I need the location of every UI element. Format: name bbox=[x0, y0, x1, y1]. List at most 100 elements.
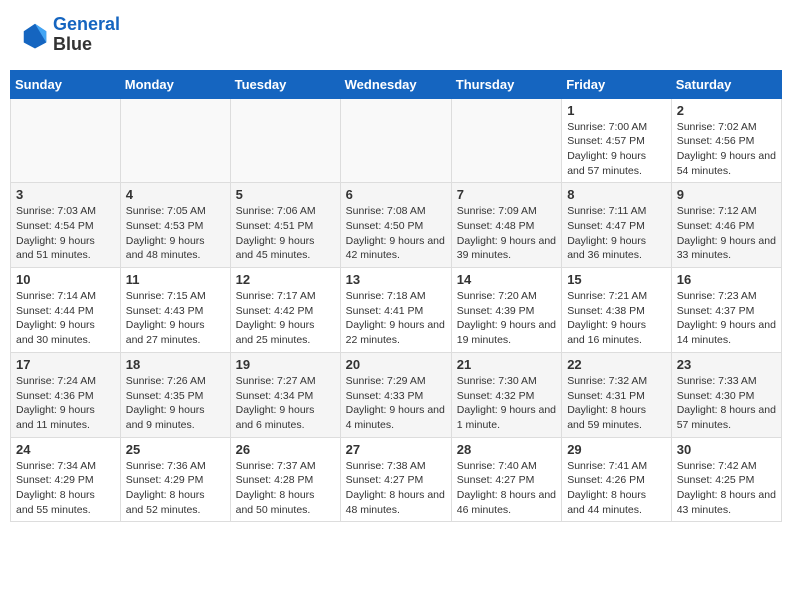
day-number: 26 bbox=[236, 442, 335, 457]
calendar-cell: 16 Sunrise: 7:23 AM Sunset: 4:37 PM Dayli… bbox=[671, 268, 781, 353]
day-number: 4 bbox=[126, 187, 225, 202]
calendar-cell: 26 Sunrise: 7:37 AM Sunset: 4:28 PM Dayli… bbox=[230, 437, 340, 522]
day-info: Sunrise: 7:09 AM Sunset: 4:48 PM Dayligh… bbox=[457, 204, 556, 263]
day-info: Sunrise: 7:18 AM Sunset: 4:41 PM Dayligh… bbox=[346, 289, 446, 348]
day-info: Sunrise: 7:29 AM Sunset: 4:33 PM Dayligh… bbox=[346, 374, 446, 433]
calendar-cell: 21 Sunrise: 7:30 AM Sunset: 4:32 PM Dayli… bbox=[451, 352, 561, 437]
day-info: Sunrise: 7:42 AM Sunset: 4:25 PM Dayligh… bbox=[677, 459, 776, 518]
day-info: Sunrise: 7:38 AM Sunset: 4:27 PM Dayligh… bbox=[346, 459, 446, 518]
day-number: 1 bbox=[567, 103, 666, 118]
day-number: 12 bbox=[236, 272, 335, 287]
day-info: Sunrise: 7:02 AM Sunset: 4:56 PM Dayligh… bbox=[677, 120, 776, 179]
day-number: 21 bbox=[457, 357, 556, 372]
day-number: 18 bbox=[126, 357, 225, 372]
day-info: Sunrise: 7:21 AM Sunset: 4:38 PM Dayligh… bbox=[567, 289, 666, 348]
calendar-cell bbox=[230, 98, 340, 183]
day-number: 28 bbox=[457, 442, 556, 457]
logo-icon bbox=[20, 20, 50, 50]
day-number: 2 bbox=[677, 103, 776, 118]
calendar-cell: 1 Sunrise: 7:00 AM Sunset: 4:57 PM Daylig… bbox=[562, 98, 672, 183]
weekday-header-thursday: Thursday bbox=[451, 70, 561, 98]
calendar-cell: 8 Sunrise: 7:11 AM Sunset: 4:47 PM Daylig… bbox=[562, 183, 672, 268]
day-number: 3 bbox=[16, 187, 115, 202]
day-info: Sunrise: 7:30 AM Sunset: 4:32 PM Dayligh… bbox=[457, 374, 556, 433]
day-info: Sunrise: 7:06 AM Sunset: 4:51 PM Dayligh… bbox=[236, 204, 335, 263]
calendar-cell: 15 Sunrise: 7:21 AM Sunset: 4:38 PM Dayli… bbox=[562, 268, 672, 353]
day-info: Sunrise: 7:41 AM Sunset: 4:26 PM Dayligh… bbox=[567, 459, 666, 518]
calendar-cell: 3Sunrise: 7:03 AM Sunset: 4:54 PM Daylig… bbox=[11, 183, 121, 268]
calendar-cell: 30 Sunrise: 7:42 AM Sunset: 4:25 PM Dayli… bbox=[671, 437, 781, 522]
weekday-header-sunday: Sunday bbox=[11, 70, 121, 98]
calendar-cell bbox=[451, 98, 561, 183]
day-info: Sunrise: 7:23 AM Sunset: 4:37 PM Dayligh… bbox=[677, 289, 776, 348]
calendar-week-row: 10 Sunrise: 7:14 AM Sunset: 4:44 PM Dayli… bbox=[11, 268, 782, 353]
day-number: 14 bbox=[457, 272, 556, 287]
weekday-header-tuesday: Tuesday bbox=[230, 70, 340, 98]
calendar-week-row: 24Sunrise: 7:34 AM Sunset: 4:29 PM Dayli… bbox=[11, 437, 782, 522]
calendar-cell: 25 Sunrise: 7:36 AM Sunset: 4:29 PM Dayli… bbox=[120, 437, 230, 522]
day-info: Sunrise: 7:27 AM Sunset: 4:34 PM Dayligh… bbox=[236, 374, 335, 433]
calendar-cell: 23Sunrise: 7:33 AM Sunset: 4:30 PM Dayli… bbox=[671, 352, 781, 437]
day-info: Sunrise: 7:00 AM Sunset: 4:57 PM Dayligh… bbox=[567, 120, 666, 179]
day-number: 24 bbox=[16, 442, 115, 457]
day-info: Sunrise: 7:11 AM Sunset: 4:47 PM Dayligh… bbox=[567, 204, 666, 263]
page-header: General Blue bbox=[10, 10, 782, 60]
calendar-table: SundayMondayTuesdayWednesdayThursdayFrid… bbox=[10, 70, 782, 523]
day-number: 19 bbox=[236, 357, 335, 372]
day-number: 15 bbox=[567, 272, 666, 287]
day-info: Sunrise: 7:26 AM Sunset: 4:35 PM Dayligh… bbox=[126, 374, 225, 433]
day-info: Sunrise: 7:36 AM Sunset: 4:29 PM Dayligh… bbox=[126, 459, 225, 518]
day-number: 22 bbox=[567, 357, 666, 372]
day-number: 27 bbox=[346, 442, 446, 457]
calendar-cell: 18 Sunrise: 7:26 AM Sunset: 4:35 PM Dayli… bbox=[120, 352, 230, 437]
calendar-cell: 27 Sunrise: 7:38 AM Sunset: 4:27 PM Dayli… bbox=[340, 437, 451, 522]
day-number: 5 bbox=[236, 187, 335, 202]
weekday-header-saturday: Saturday bbox=[671, 70, 781, 98]
day-number: 6 bbox=[346, 187, 446, 202]
logo: General Blue bbox=[20, 15, 120, 55]
day-info: Sunrise: 7:14 AM Sunset: 4:44 PM Dayligh… bbox=[16, 289, 115, 348]
day-number: 9 bbox=[677, 187, 776, 202]
day-number: 30 bbox=[677, 442, 776, 457]
calendar-cell: 9Sunrise: 7:12 AM Sunset: 4:46 PM Daylig… bbox=[671, 183, 781, 268]
calendar-cell bbox=[120, 98, 230, 183]
day-number: 13 bbox=[346, 272, 446, 287]
day-info: Sunrise: 7:08 AM Sunset: 4:50 PM Dayligh… bbox=[346, 204, 446, 263]
calendar-cell: 22 Sunrise: 7:32 AM Sunset: 4:31 PM Dayli… bbox=[562, 352, 672, 437]
calendar-cell: 20 Sunrise: 7:29 AM Sunset: 4:33 PM Dayli… bbox=[340, 352, 451, 437]
day-number: 7 bbox=[457, 187, 556, 202]
weekday-header-monday: Monday bbox=[120, 70, 230, 98]
day-info: Sunrise: 7:05 AM Sunset: 4:53 PM Dayligh… bbox=[126, 204, 225, 263]
day-number: 11 bbox=[126, 272, 225, 287]
calendar-cell bbox=[340, 98, 451, 183]
calendar-cell: 24Sunrise: 7:34 AM Sunset: 4:29 PM Dayli… bbox=[11, 437, 121, 522]
day-info: Sunrise: 7:20 AM Sunset: 4:39 PM Dayligh… bbox=[457, 289, 556, 348]
calendar-cell: 2 Sunrise: 7:02 AM Sunset: 4:56 PM Daylig… bbox=[671, 98, 781, 183]
calendar-week-row: 1 Sunrise: 7:00 AM Sunset: 4:57 PM Daylig… bbox=[11, 98, 782, 183]
day-info: Sunrise: 7:37 AM Sunset: 4:28 PM Dayligh… bbox=[236, 459, 335, 518]
calendar-cell: 14 Sunrise: 7:20 AM Sunset: 4:39 PM Dayli… bbox=[451, 268, 561, 353]
day-info: Sunrise: 7:15 AM Sunset: 4:43 PM Dayligh… bbox=[126, 289, 225, 348]
weekday-header-row: SundayMondayTuesdayWednesdayThursdayFrid… bbox=[11, 70, 782, 98]
day-number: 25 bbox=[126, 442, 225, 457]
day-number: 16 bbox=[677, 272, 776, 287]
calendar-cell: 5 Sunrise: 7:06 AM Sunset: 4:51 PM Daylig… bbox=[230, 183, 340, 268]
day-info: Sunrise: 7:40 AM Sunset: 4:27 PM Dayligh… bbox=[457, 459, 556, 518]
day-info: Sunrise: 7:32 AM Sunset: 4:31 PM Dayligh… bbox=[567, 374, 666, 433]
calendar-cell: 11 Sunrise: 7:15 AM Sunset: 4:43 PM Dayli… bbox=[120, 268, 230, 353]
day-number: 20 bbox=[346, 357, 446, 372]
day-info: Sunrise: 7:24 AM Sunset: 4:36 PM Dayligh… bbox=[16, 374, 115, 433]
calendar-cell: 4 Sunrise: 7:05 AM Sunset: 4:53 PM Daylig… bbox=[120, 183, 230, 268]
calendar-cell: 29Sunrise: 7:41 AM Sunset: 4:26 PM Dayli… bbox=[562, 437, 672, 522]
weekday-header-wednesday: Wednesday bbox=[340, 70, 451, 98]
calendar-cell: 7 Sunrise: 7:09 AM Sunset: 4:48 PM Daylig… bbox=[451, 183, 561, 268]
calendar-cell: 13 Sunrise: 7:18 AM Sunset: 4:41 PM Dayli… bbox=[340, 268, 451, 353]
calendar-cell: 12 Sunrise: 7:17 AM Sunset: 4:42 PM Dayli… bbox=[230, 268, 340, 353]
calendar-cell: 17 Sunrise: 7:24 AM Sunset: 4:36 PM Dayli… bbox=[11, 352, 121, 437]
day-info: Sunrise: 7:17 AM Sunset: 4:42 PM Dayligh… bbox=[236, 289, 335, 348]
day-number: 17 bbox=[16, 357, 115, 372]
day-number: 8 bbox=[567, 187, 666, 202]
logo-text: General Blue bbox=[53, 15, 120, 55]
day-number: 10 bbox=[16, 272, 115, 287]
weekday-header-friday: Friday bbox=[562, 70, 672, 98]
